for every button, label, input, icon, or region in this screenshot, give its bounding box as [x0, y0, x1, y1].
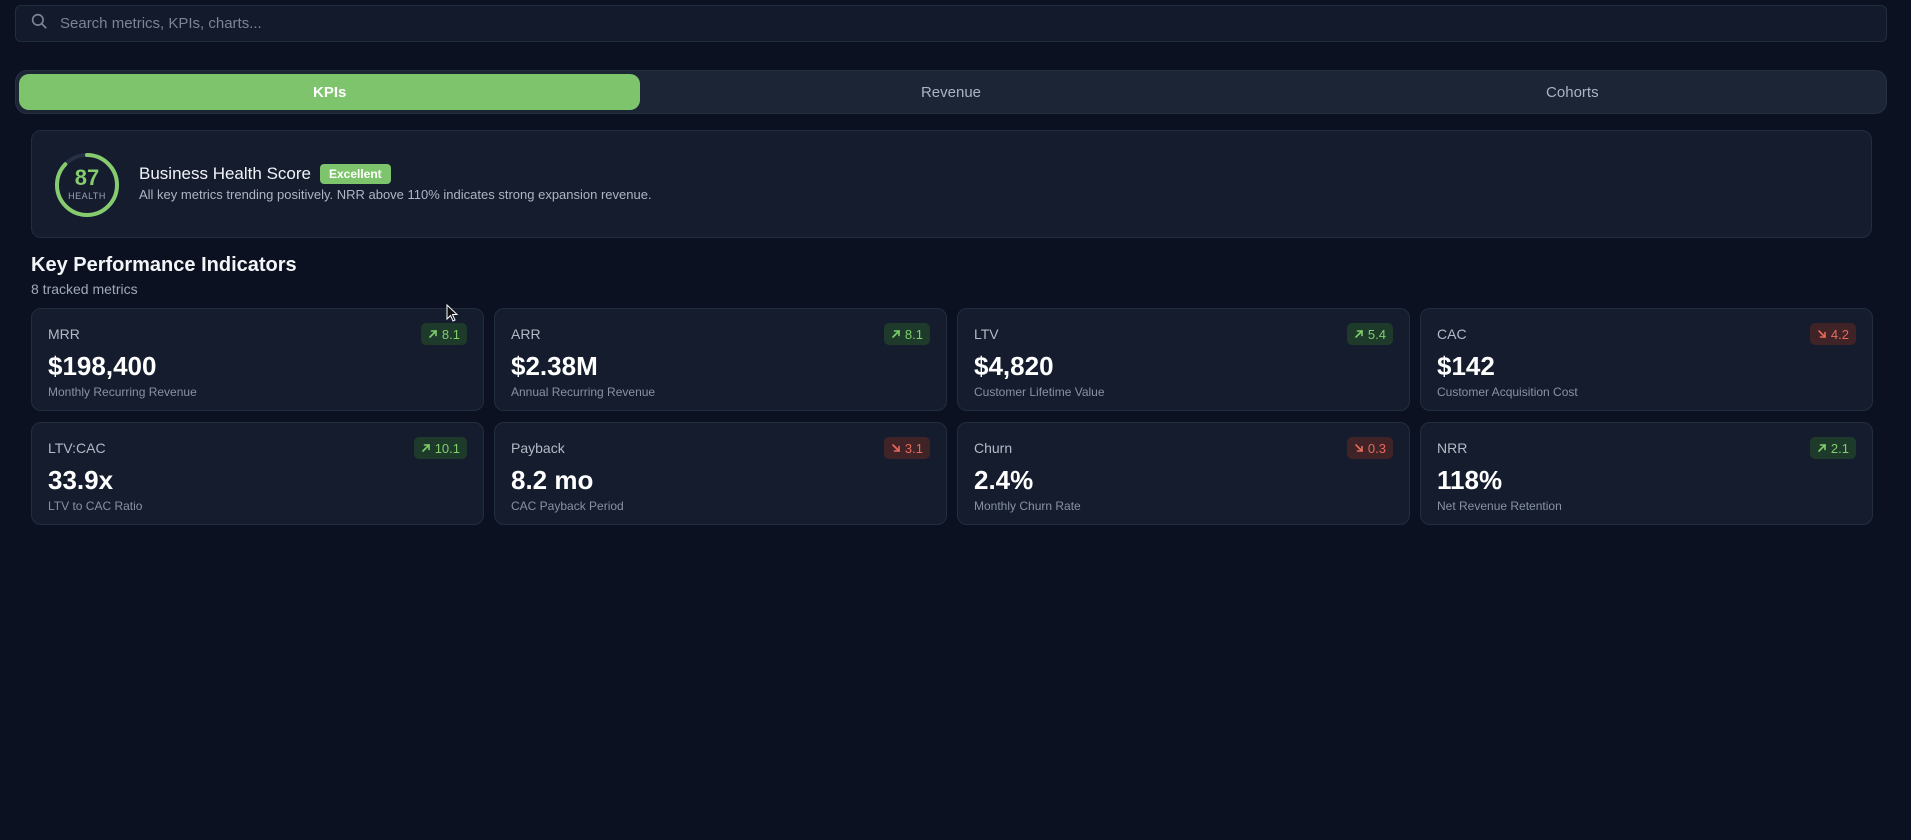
arrow-up-right-icon: [428, 327, 438, 342]
kpi-value: 2.4%: [974, 465, 1034, 495]
kpi-label: LTV:CAC: [48, 440, 106, 456]
tab-revenue[interactable]: Revenue: [640, 74, 1261, 110]
kpi-card-payback[interactable]: Payback 3.1 8.2 mo CAC Payback Period: [494, 422, 947, 525]
kpi-card-churn[interactable]: Churn 0.3 2.4% Monthly Churn Rate: [957, 422, 1410, 525]
kpi-card-nrr[interactable]: NRR 2.1 118% Net Revenue Retention: [1420, 422, 1873, 525]
tab-cohorts[interactable]: Cohorts: [1262, 74, 1883, 110]
kpi-description: Monthly Churn Rate: [974, 499, 1081, 513]
kpi-label: LTV: [974, 326, 999, 342]
kpi-value: 118%: [1437, 465, 1503, 495]
kpi-description: Net Revenue Retention: [1437, 499, 1562, 513]
arrow-down-right-icon: [1817, 327, 1827, 342]
kpi-delta-value: 2.1: [1830, 440, 1849, 456]
health-description: All key metrics trending positively. NRR…: [139, 187, 652, 202]
kpi-description: Monthly Recurring Revenue: [48, 385, 197, 399]
kpi-description: CAC Payback Period: [511, 499, 624, 513]
kpi-card-ltv-cac[interactable]: LTV:CAC 10.1 33.9x LTV to CAC Ratio: [31, 422, 484, 525]
kpi-delta-value: 0.3: [1367, 440, 1386, 456]
health-title-row: Business Health Score Excellent: [139, 164, 391, 184]
search-icon: [30, 12, 48, 35]
kpi-delta-badge: 0.3: [1346, 437, 1393, 459]
tab-bar: KPIs Revenue Cohorts: [15, 70, 1887, 114]
section-title: Key Performance Indicators: [31, 254, 297, 276]
kpi-delta-value: 5.4: [1367, 326, 1386, 342]
kpi-description: Annual Recurring Revenue: [511, 385, 656, 399]
search-input[interactable]: [60, 15, 1886, 32]
kpi-description: LTV to CAC Ratio: [48, 499, 143, 513]
health-gauge: 87 HEALTH: [53, 151, 121, 219]
kpi-delta-value: 4.2: [1830, 326, 1849, 342]
arrow-up-right-icon: [1817, 441, 1827, 456]
search-bar[interactable]: [15, 5, 1887, 42]
health-score-card: 87 HEALTH Business Health Score Excellen…: [31, 130, 1872, 238]
kpi-card-cac[interactable]: CAC 4.2 $142 Customer Acquisition Cost: [1420, 308, 1873, 411]
kpi-label: NRR: [1437, 440, 1468, 456]
kpi-description: Customer Acquisition Cost: [1437, 385, 1578, 399]
health-title: Business Health Score: [139, 164, 311, 183]
kpi-label: ARR: [511, 326, 541, 342]
kpi-description: Customer Lifetime Value: [974, 385, 1105, 399]
arrow-up-right-icon: [891, 327, 901, 342]
kpi-label: CAC: [1437, 326, 1467, 342]
kpi-card-arr[interactable]: ARR 8.1 $2.38M Annual Recurring Revenue: [494, 308, 947, 411]
kpi-delta-badge: 3.1: [883, 437, 930, 459]
section-subtitle: 8 tracked metrics: [31, 281, 138, 297]
health-score-label: HEALTH: [68, 191, 106, 201]
kpi-label: MRR: [48, 326, 80, 342]
kpi-card-ltv[interactable]: LTV 5.4 $4,820 Customer Lifetime Value: [957, 308, 1410, 411]
kpi-value: 33.9x: [48, 465, 114, 495]
kpi-delta-badge: 4.2: [1809, 323, 1856, 345]
kpi-label: Churn: [974, 440, 1013, 456]
kpi-value: 8.2 mo: [511, 465, 594, 495]
kpi-delta-badge: 5.4: [1346, 323, 1393, 345]
arrow-up-right-icon: [421, 441, 431, 456]
kpi-delta-badge: 8.1: [883, 323, 930, 345]
dashboard-page: KPIs Revenue Cohorts 87 HEALTH Business …: [0, 0, 1911, 840]
kpi-delta-value: 8.1: [441, 326, 460, 342]
arrow-down-right-icon: [1354, 441, 1364, 456]
kpi-label: Payback: [511, 440, 565, 456]
kpi-card-mrr[interactable]: MRR 8.1 $198,400 Monthly Recurring Reven…: [31, 308, 484, 411]
kpi-delta-value: 3.1: [904, 440, 923, 456]
kpi-delta-value: 10.1: [434, 440, 460, 456]
arrow-up-right-icon: [1354, 327, 1364, 342]
kpi-delta-badge: 10.1: [413, 437, 467, 459]
kpi-delta-badge: 2.1: [1809, 437, 1856, 459]
kpi-delta-value: 8.1: [904, 326, 923, 342]
mouse-cursor-icon: [446, 303, 459, 327]
kpi-value: $198,400: [48, 351, 157, 381]
kpi-value: $2.38M: [511, 351, 598, 381]
arrow-down-right-icon: [891, 441, 901, 456]
tab-kpis[interactable]: KPIs: [19, 74, 641, 110]
kpi-delta-badge: 8.1: [420, 323, 467, 345]
kpi-value: $4,820: [974, 351, 1054, 381]
health-score-value: 87: [74, 165, 100, 190]
status-badge: Excellent: [319, 164, 391, 184]
kpi-value: $142: [1437, 351, 1495, 381]
